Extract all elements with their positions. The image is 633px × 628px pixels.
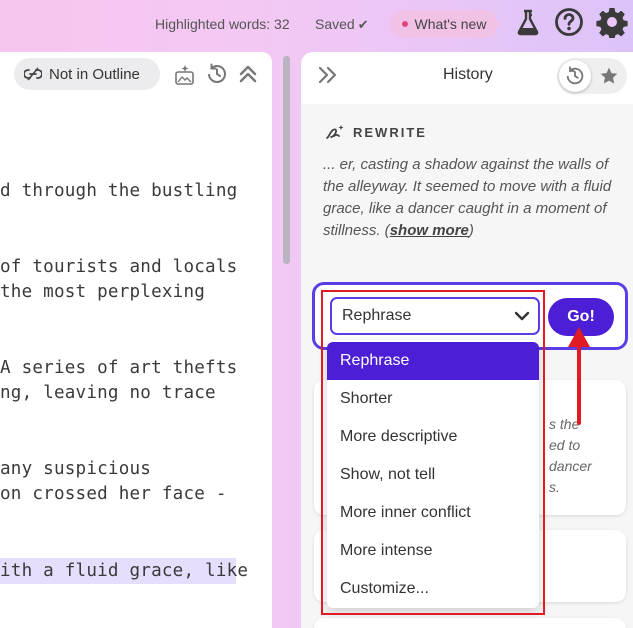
editor-text-line: the most perplexing [0,282,206,302]
magic-pen-icon [326,125,344,139]
whats-new-label: What's new [414,16,487,32]
collapse-up-icon[interactable] [236,62,260,86]
annotation-highlight-box [321,290,545,615]
check-icon: ✔ [357,17,369,32]
rewrite-preview-close: ) [468,222,474,239]
whats-new-button[interactable]: What's new [390,10,498,38]
saved-label: Saved [315,16,355,32]
rewrite-preview: ... er, casting a shadow against the wal… [323,154,613,242]
history-favorites-toggle[interactable] [557,58,627,94]
editor-scrollbar-thumb[interactable] [283,56,290,264]
image-magic-icon[interactable] [174,64,196,86]
annotation-arrow-icon [568,327,590,425]
history-card-text: ed to [549,437,581,453]
editor-text-line: any suspicious [0,459,152,479]
history-icon [566,66,584,85]
not-in-outline-button[interactable]: Not in Outline [14,58,160,90]
history-card-text: dancer [549,458,592,474]
editor-text-line: A series of art thefts [0,358,238,378]
editor-text-line: on crossed her face - [0,484,227,504]
expand-right-icon[interactable] [317,64,339,86]
show-more-link[interactable]: show more [390,222,469,239]
editor-text-line: of tourists and locals [0,257,238,277]
highlighted-text-line: ith a fluid grace, like [0,558,248,584]
notification-dot-icon [401,21,408,27]
rewrite-label: REWRITE [353,124,427,140]
history-card-text: s. [549,479,560,495]
gear-icon[interactable] [596,6,628,38]
history-card[interactable] [314,618,626,628]
history-title: History [443,66,493,83]
editor-panel[interactable]: Not in Outline d through the bustling of… [0,52,272,628]
unlink-icon [24,67,42,81]
highlighted-words-count: Highlighted words: 32 [155,16,290,32]
saved-status: Saved ✔ [315,16,369,33]
not-in-outline-label: Not in Outline [49,65,140,83]
help-icon[interactable] [553,6,585,38]
history-toggle-option[interactable] [559,60,591,92]
editor-text-line: d through the bustling [0,181,238,201]
rewrite-header: REWRITE [325,124,427,140]
flask-icon[interactable] [512,6,544,38]
editor-text-line: ng, leaving no trace [0,383,216,403]
star-icon[interactable] [599,66,619,86]
top-bar: Highlighted words: 32 Saved ✔ What's new [0,0,633,50]
history-icon[interactable] [205,62,229,86]
